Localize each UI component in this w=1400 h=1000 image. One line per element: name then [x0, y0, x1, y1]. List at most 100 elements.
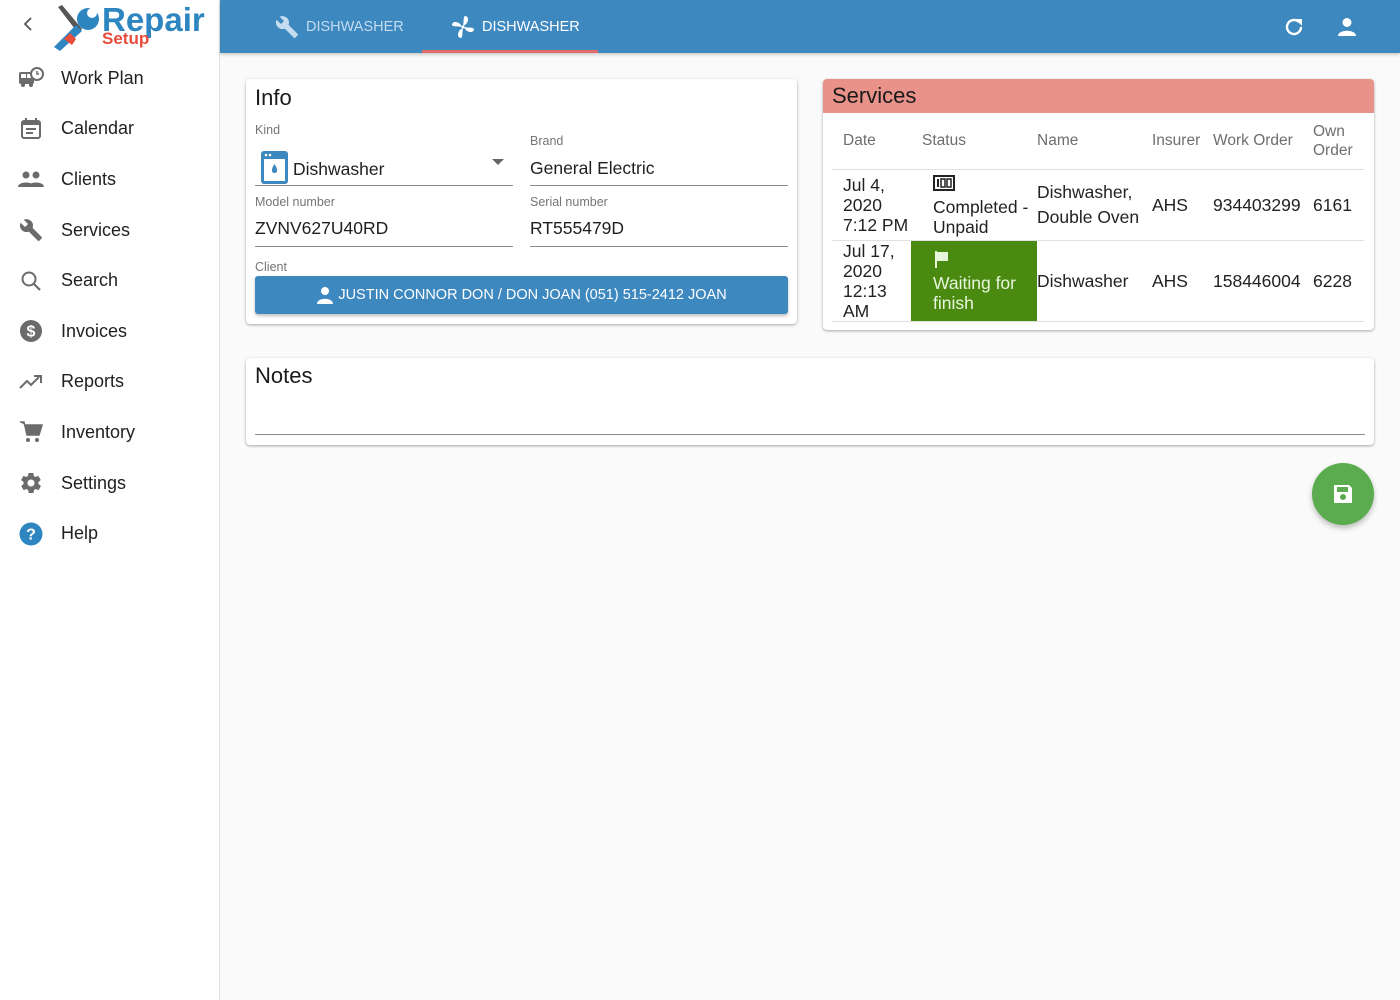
person-icon [316, 286, 334, 304]
name-cell: Dishwasher [1037, 240, 1152, 322]
notes-underline [255, 434, 1365, 435]
status-cell: Completed - Unpaid [911, 169, 1037, 241]
notes-title: Notes [255, 363, 313, 388]
trending-up-icon [18, 369, 44, 395]
search-icon [18, 268, 44, 294]
date-line: AM [843, 300, 870, 321]
date-line: 7:12 PM [843, 214, 909, 235]
table-row[interactable]: Jul 17, 2020 12:13 AM Waiting for finish… [832, 240, 1364, 322]
dollar-circle-icon: $ [18, 318, 44, 344]
sidebar-item-calendar[interactable]: Calendar [0, 104, 219, 155]
sidebar-item-help[interactable]: ? Help [0, 508, 219, 559]
kind-select[interactable]: Dishwasher [255, 149, 513, 186]
kind-label: Kind [255, 123, 281, 137]
table-row[interactable]: Jul 4, 2020 7:12 PM Completed - Unpaid D… [832, 169, 1364, 241]
date-line: 2020 [843, 260, 882, 281]
tab-dishwasher-fan[interactable]: DISHWASHER [450, 0, 580, 53]
sidebar-item-search[interactable]: Search [0, 255, 219, 306]
work-order-cell: 158446004 [1213, 240, 1313, 322]
sidebar-item-settings[interactable]: Settings [0, 458, 219, 509]
model-number-underline [255, 246, 513, 247]
tab-label: DISHWASHER [482, 18, 580, 35]
info-card: Info Kind Dishwasher Brand General Elect… [246, 79, 797, 324]
brand-label: Brand [530, 134, 564, 148]
fan-icon [450, 14, 476, 40]
serial-number-underline [530, 246, 788, 247]
sidebar-nav: Work Plan Calendar Clients Services Sear… [0, 53, 219, 559]
account-icon [1338, 18, 1356, 36]
date-line: Jul 17, [843, 240, 895, 261]
svg-text:$: $ [27, 324, 36, 341]
cart-icon [18, 419, 44, 445]
refresh-button[interactable] [1281, 14, 1307, 40]
column-header-work-order[interactable]: Work Order [1213, 113, 1313, 170]
date-cell: Jul 4, 2020 7:12 PM [832, 169, 911, 241]
model-number-value: ZVNV627U40RD [255, 218, 389, 238]
sidebar-item-label: Work Plan [61, 67, 144, 88]
sidebar-item-label: Help [61, 523, 99, 544]
column-header-status[interactable]: Status [911, 113, 1037, 170]
serial-number-label: Serial number [530, 195, 608, 209]
truck-clock-icon [18, 65, 44, 91]
column-header-own-order[interactable]: Own Order [1313, 113, 1364, 170]
notes-input[interactable] [255, 394, 1365, 434]
sidebar-item-label: Settings [61, 472, 127, 493]
sidebar-item-label: Calendar [61, 118, 135, 139]
kind-value: Dishwasher [293, 159, 385, 179]
model-number-input[interactable]: ZVNV627U40RD [255, 213, 513, 245]
dropdown-arrow-icon [492, 159, 504, 165]
active-tab-indicator [422, 50, 598, 53]
status-text: Waiting for finish [933, 273, 1016, 313]
wrench-icon [18, 217, 44, 243]
sidebar-item-label: Clients [61, 168, 117, 189]
date-cell: Jul 17, 2020 12:13 AM [832, 240, 911, 322]
insurer-cell: AHS [1152, 169, 1213, 241]
save-button[interactable] [1312, 463, 1374, 525]
chevron-left-icon [23, 17, 32, 31]
kind-underline [255, 185, 513, 186]
sidebar-item-clients[interactable]: Clients [0, 154, 219, 205]
back-button[interactable] [18, 15, 38, 37]
own-order-cell: 6228 [1313, 240, 1364, 322]
sidebar-item-label: Search [61, 270, 119, 291]
tab-label: DISHWASHER [306, 18, 404, 35]
app-logo[interactable]: Repair Setup [52, 1, 207, 51]
gear-icon [18, 470, 44, 496]
flag-icon [933, 248, 1037, 270]
services-table: Date Status Name Insurer Work Order Own … [832, 113, 1364, 322]
serial-number-input[interactable]: RT555479D [530, 213, 788, 245]
client-button[interactable]: JUSTIN CONNOR DON / DON JOAN (051) 515-2… [255, 276, 788, 314]
status-cell: Waiting for finish [911, 240, 1037, 322]
account-button[interactable] [1334, 14, 1360, 40]
own-order-cell: 6161 [1313, 169, 1364, 241]
sidebar-item-label: Invoices [61, 320, 128, 341]
services-header: Services [823, 79, 1374, 113]
sidebar-item-invoices[interactable]: $ Invoices [0, 306, 219, 357]
sidebar-item-work-plan[interactable]: Work Plan [0, 53, 219, 104]
info-title: Info [255, 85, 292, 110]
sidebar-item-label: Reports [61, 371, 125, 392]
model-number-label: Model number [255, 195, 335, 209]
brand-underline [530, 185, 788, 186]
notes-card: Notes [246, 358, 1374, 445]
column-header-date[interactable]: Date [832, 113, 911, 170]
services-card: Services Date Status Name Insurer Work O… [823, 79, 1374, 330]
table-header-row: Date Status Name Insurer Work Order Own … [832, 113, 1364, 170]
calendar-icon [18, 116, 44, 142]
sidebar-item-reports[interactable]: Reports [0, 357, 219, 408]
brand-input[interactable]: General Electric [530, 153, 788, 185]
column-header-name[interactable]: Name [1037, 113, 1152, 170]
sidebar-item-inventory[interactable]: Inventory [0, 407, 219, 458]
date-line: 2020 [843, 194, 882, 215]
sidebar-item-services[interactable]: Services [0, 205, 219, 256]
counter-100-icon [933, 172, 1037, 194]
tab-dishwasher-wrench[interactable]: DISHWASHER [274, 0, 404, 53]
column-header-insurer[interactable]: Insurer [1152, 113, 1213, 170]
client-button-label: JUSTIN CONNOR DON / DON JOAN (051) 515-2… [338, 287, 727, 303]
insurer-cell: AHS [1152, 240, 1213, 322]
status-text: Completed - Unpaid [933, 197, 1029, 237]
work-order-cell: 934403299 [1213, 169, 1313, 241]
floppy-disk-icon [1334, 485, 1352, 503]
wrench-screwdriver-logo-icon [54, 5, 99, 51]
top-app-bar: DISHWASHER DISHWASHER [220, 0, 1400, 53]
